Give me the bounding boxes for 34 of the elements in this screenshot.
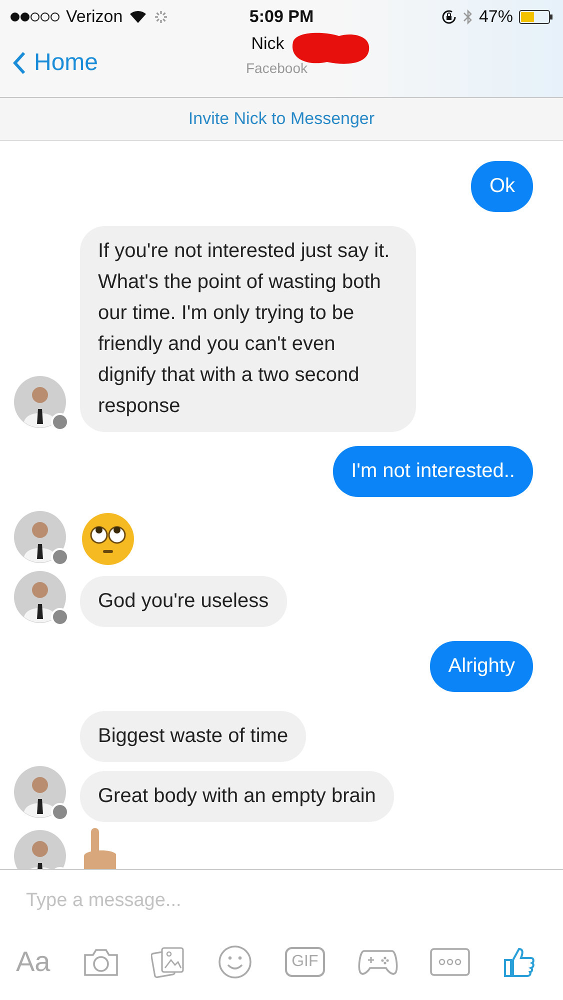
photo-gallery-icon[interactable] [151,946,186,978]
back-button[interactable]: Home [0,48,98,76]
chevron-left-icon [12,50,26,74]
message-bubble: Ok [471,161,533,212]
wifi-icon [128,10,147,24]
gamepad-icon[interactable] [358,947,398,977]
battery-icon [519,10,553,24]
thumbs-up-icon[interactable] [502,946,535,978]
message-bubble: Biggest waste of time [80,711,306,762]
contact-subtitle: Facebook [246,60,308,76]
message-bubble: God you're useless [80,576,287,627]
bluetooth-icon [462,9,473,25]
smiley-icon[interactable] [218,945,252,979]
message-bubble: I'm not interested.. [333,446,533,497]
spinner-icon [152,9,169,25]
status-time: 5:09 PM [249,7,314,27]
carrier-name: Verizon [66,7,123,27]
signal-icon [10,12,60,22]
contact-name: Nick [251,34,284,54]
avatar[interactable] [14,511,70,567]
message-bubble: If you're not interested just say it. What's the point of wasting both our time. I'm only trying to be friendly and you can't even dignify that with a two second response [80,226,416,432]
message-bubble: Great body with an empty brain [80,771,394,822]
message-bubble: Alrighty [430,641,533,692]
invite-link[interactable]: Invite Nick to Messenger [182,108,381,130]
gif-button[interactable]: GIF [284,947,326,977]
battery-percent: 47% [478,7,513,27]
camera-icon[interactable] [82,947,119,977]
avatar[interactable] [14,376,70,432]
text-format-button[interactable]: Aa [16,946,50,978]
eye-roll-emoji-icon [80,511,136,567]
avatar[interactable] [14,766,70,822]
more-icon[interactable] [430,948,470,976]
rotation-lock-icon [440,9,457,25]
avatar[interactable] [14,571,70,627]
